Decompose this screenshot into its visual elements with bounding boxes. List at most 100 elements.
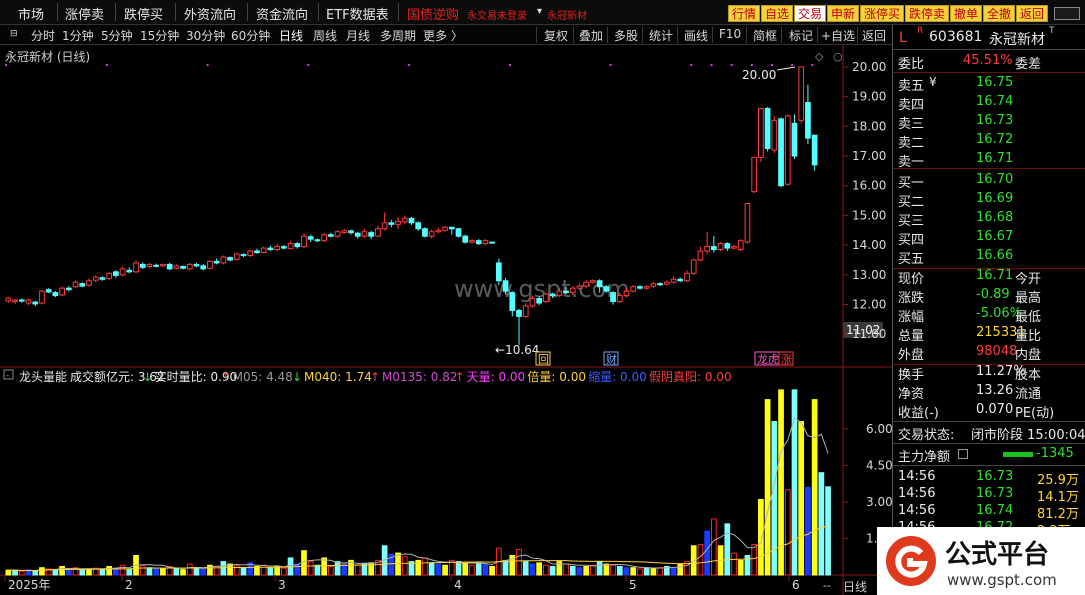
- tool-add-watchlist[interactable]: +自选: [821, 27, 855, 44]
- candle-body: [428, 231, 435, 237]
- volume-bar: [267, 567, 274, 576]
- button-limit-up-buy[interactable]: 涨停买: [860, 5, 905, 22]
- wei-bi-row: 委比 45.51% 委差: [898, 53, 1042, 72]
- tool-multi-stock[interactable]: 多股: [614, 27, 638, 44]
- candle-body: [119, 268, 126, 276]
- volume-bar: [529, 563, 536, 576]
- date-label: 2: [125, 578, 133, 592]
- window-control-icon[interactable]: [1054, 7, 1080, 20]
- period-tab-60min[interactable]: 60分钟: [231, 27, 270, 44]
- sell-row: 卖四 16.74: [898, 94, 1014, 113]
- menu-item-etf-table[interactable]: ETF数据表: [326, 4, 389, 23]
- period-tab-daily[interactable]: 日线: [279, 27, 303, 44]
- event-marker-label[interactable]: 涨: [781, 353, 792, 366]
- volume-bar: [361, 563, 368, 576]
- candle-body: [52, 292, 59, 297]
- indicator-value: 天量: 0.00: [467, 370, 526, 384]
- button-limit-down-sell[interactable]: 跌停卖: [905, 5, 950, 22]
- price-tick-label: 15.00: [852, 208, 886, 222]
- button-back[interactable]: 返回: [1016, 5, 1049, 22]
- button-cancel-order[interactable]: 撤单: [950, 5, 983, 22]
- sell-price: 16.74: [976, 94, 1014, 109]
- period-tab-multi[interactable]: 多周期: [380, 27, 416, 44]
- period-tab-weekly[interactable]: 周线: [313, 27, 337, 44]
- volume-bar: [616, 565, 623, 576]
- menu-item-fund-flow[interactable]: 资金流向: [256, 4, 308, 23]
- tool-f10[interactable]: F10: [719, 27, 741, 41]
- tool-adjust[interactable]: 复权: [544, 27, 568, 44]
- button-quote[interactable]: 行情: [728, 5, 761, 22]
- notice-reverse-repo[interactable]: 国债逆购: [407, 4, 459, 23]
- volume-bar: [59, 565, 65, 576]
- flow-toggle-icon[interactable]: [958, 449, 968, 459]
- tool-mark[interactable]: 标记: [789, 27, 813, 44]
- candle-body: [173, 265, 180, 269]
- candle-body: [764, 107, 771, 150]
- button-watchlist[interactable]: 自选: [761, 5, 794, 22]
- volume-bar: [697, 544, 704, 576]
- tool-overlay[interactable]: 叠加: [579, 27, 603, 44]
- date-label: 3: [278, 578, 286, 592]
- event-marker-label[interactable]: 回: [538, 353, 549, 366]
- stat-value: 0.070: [976, 402, 1014, 417]
- signal-dot: [206, 64, 209, 66]
- menu-item-limit-down-buy[interactable]: 跌停买: [124, 4, 163, 23]
- period-tab-timeshare[interactable]: 分时: [31, 27, 55, 44]
- signal-dot: [710, 64, 713, 66]
- event-marker-label[interactable]: 财: [606, 352, 617, 366]
- button-trade[interactable]: 交易: [794, 5, 827, 22]
- kline-chart-area[interactable]: 永冠新材 (日线) ◇ ○ www.gspt.com 11.02 20.00 ←…: [0, 45, 893, 595]
- candle-body: [186, 263, 193, 270]
- menu-item-market[interactable]: 市场: [18, 4, 44, 23]
- signal-dot: [791, 64, 794, 66]
- candle-body: [267, 247, 274, 251]
- candle-body: [92, 276, 99, 281]
- candle-body: [536, 298, 543, 304]
- button-ipo[interactable]: 申新: [827, 5, 860, 22]
- indicator-arrow-icon: ↓: [143, 370, 153, 384]
- period-tab-5min[interactable]: 5分钟: [101, 27, 133, 44]
- tool-stats[interactable]: 统计: [649, 27, 673, 44]
- period-tab-15min[interactable]: 15分钟: [140, 27, 179, 44]
- minus-icon[interactable]: ⊟: [10, 29, 18, 39]
- volume-bar: [173, 568, 180, 576]
- button-cancel-all[interactable]: 全撤: [983, 5, 1016, 22]
- candle-body: [341, 230, 348, 234]
- buy-price: 16.68: [976, 210, 1014, 225]
- period-tab-30min[interactable]: 30分钟: [186, 27, 225, 44]
- circle-icon[interactable]: ○: [833, 50, 843, 63]
- volume-bar: [603, 563, 610, 576]
- kline-chart-svg[interactable]: 永冠新材 (日线) ◇ ○ www.gspt.com 11.02 20.00 ←…: [0, 45, 893, 595]
- tool-simple-frame[interactable]: 简框: [753, 27, 777, 44]
- candle-body: [113, 271, 119, 276]
- period-tab-more[interactable]: 更多 〉: [423, 27, 463, 44]
- volume-bar: [240, 567, 247, 576]
- tool-back[interactable]: 返回: [862, 27, 886, 44]
- indicator-value: M05: 4.48: [233, 370, 293, 384]
- menu-item-limit-up-sell[interactable]: 涨停卖: [65, 4, 104, 23]
- date-scroll-icon[interactable]: --: [823, 579, 831, 592]
- chevron-down-icon[interactable]: ▾: [537, 6, 542, 17]
- candle-body: [771, 119, 778, 151]
- stat-row: 总量 215331 量比: [898, 325, 1042, 344]
- low-price-label: ←10.64: [495, 343, 539, 357]
- signal-dot: [609, 64, 612, 66]
- signal-dot: [690, 64, 693, 66]
- candle-body: [482, 240, 489, 245]
- candle-body: [798, 66, 805, 121]
- menu-item-foreign-flow[interactable]: 外资流向: [184, 4, 236, 23]
- indicator-collapse-icon[interactable]: -: [6, 371, 9, 381]
- diamond-icon[interactable]: ◇: [815, 50, 824, 63]
- price-tick-label: 12.00: [852, 298, 886, 312]
- volume-bar: [569, 565, 576, 576]
- tool-draw[interactable]: 画线: [684, 27, 708, 44]
- candle-body: [549, 293, 556, 297]
- period-tab-1min[interactable]: 1分钟: [62, 27, 94, 44]
- notice-login-status[interactable]: 永交易未登录: [467, 7, 527, 22]
- candle-body: [166, 263, 173, 270]
- volume-bar: [220, 561, 227, 576]
- period-tab-monthly[interactable]: 月线: [346, 27, 370, 44]
- volume-bar: [764, 399, 771, 576]
- candle-body: [643, 286, 650, 289]
- notice-stock-name[interactable]: 永冠新材: [547, 7, 587, 22]
